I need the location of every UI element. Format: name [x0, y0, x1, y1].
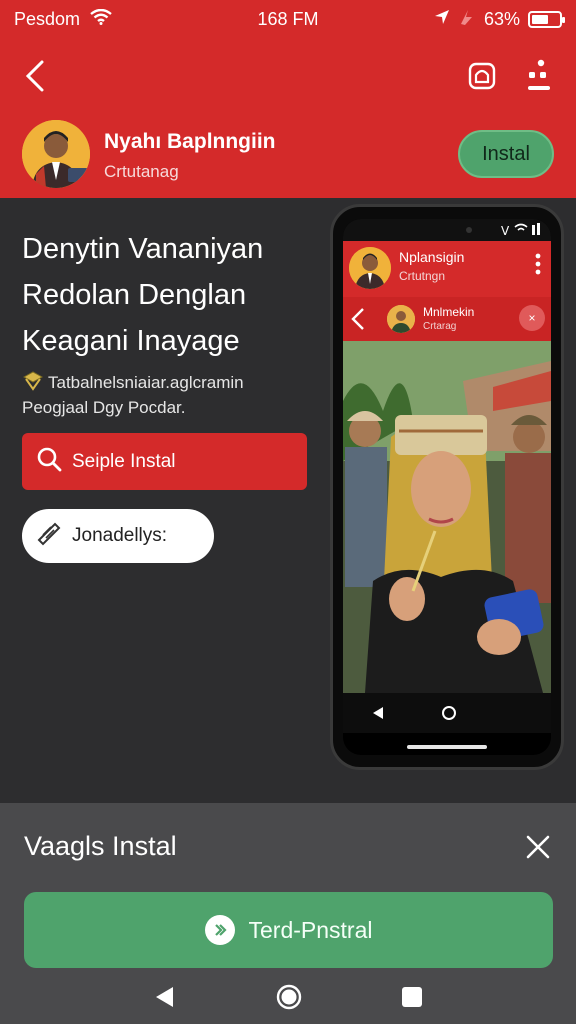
search-install-label: Seiple Instal: [72, 450, 176, 472]
promo-line: Peogjaal Dɡy Pocdar.: [22, 398, 186, 417]
phone-screen: V Nplansigin Crtutngn Mnlmekin Crtarag ×: [343, 219, 551, 755]
close-icon[interactable]: [522, 831, 554, 863]
search-icon: [36, 446, 62, 478]
app-name: Nyahı Baplnngiin: [104, 130, 276, 153]
back-icon[interactable]: [18, 56, 52, 96]
battery-icon: [528, 10, 565, 28]
svg-text:V: V: [501, 224, 510, 238]
arrow-icon: [204, 915, 235, 945]
sheet-title: Vaagls Instal: [24, 831, 177, 861]
headline-line: Redolan Denglan: [22, 279, 247, 311]
status-bar: Pesdom 168 FM 63%: [0, 0, 576, 38]
promo-line: Tatbalnelsniaiar.aglcramin: [48, 373, 244, 392]
clock: 168 FM: [257, 8, 319, 29]
edit-tag-button[interactable]: Jonadellys:: [22, 509, 214, 563]
sheet-install-button[interactable]: Terd-Pnstral: [24, 892, 553, 968]
app-subtitle: Crtutanag: [104, 162, 179, 181]
share-icon[interactable]: [462, 56, 502, 96]
phone-app-header: Nplansigin Crtutngn: [343, 241, 551, 297]
more-icon[interactable]: [518, 56, 558, 96]
phone-nav-bar: [343, 693, 551, 733]
headline: Denytin Vananiyan Redolan Denglan Keagan…: [22, 226, 322, 364]
phone-photo: [343, 341, 551, 693]
nav-recents-icon[interactable]: [401, 986, 423, 1013]
edit-tag-label: Jonadellys:: [72, 525, 168, 546]
phone-avatar: [349, 247, 391, 289]
phone-chat-avatar: [387, 305, 415, 333]
phone-close-icon: ×: [519, 305, 545, 331]
phone-preview: V Nplansigin Crtutngn Mnlmekin Crtarag ×: [330, 204, 564, 770]
phone-chat-name: Mnlmekin: [423, 305, 475, 319]
system-nav-bar: [0, 975, 576, 1024]
headline-line: Keagani Inayage: [22, 325, 240, 357]
search-install-button[interactable]: Seiple Instal: [22, 433, 307, 490]
phone-more-icon: [535, 253, 541, 280]
phone-app-name: Nplansigin: [399, 249, 465, 265]
pencil-icon: [36, 520, 62, 552]
app-avatar: [22, 120, 90, 188]
nav-home-icon[interactable]: [275, 983, 303, 1016]
phone-app-subtitle: Crtutngn: [399, 269, 446, 283]
phone-status-bar: V: [343, 219, 551, 241]
phone-back-icon: [351, 307, 365, 336]
app-header: Nyahı Baplnngiin Crtutanag Instal: [0, 38, 576, 198]
sheet-install-label: Terd-Pnstral: [248, 916, 373, 943]
phone-chat-bar: Mnlmekin Crtarag ×: [343, 297, 551, 341]
install-button[interactable]: Instal: [458, 130, 554, 178]
phone-home-indicator: [407, 745, 487, 749]
headline-line: Denytin Vananiyan: [22, 233, 264, 265]
promo-text: Tatbalnelsniaiar.aglcramin Peogjaal Dɡy …: [22, 370, 322, 420]
phone-chat-subtitle: Crtarag: [423, 321, 457, 332]
pencil-icon: [22, 371, 44, 391]
nav-back-icon[interactable]: [153, 985, 177, 1014]
